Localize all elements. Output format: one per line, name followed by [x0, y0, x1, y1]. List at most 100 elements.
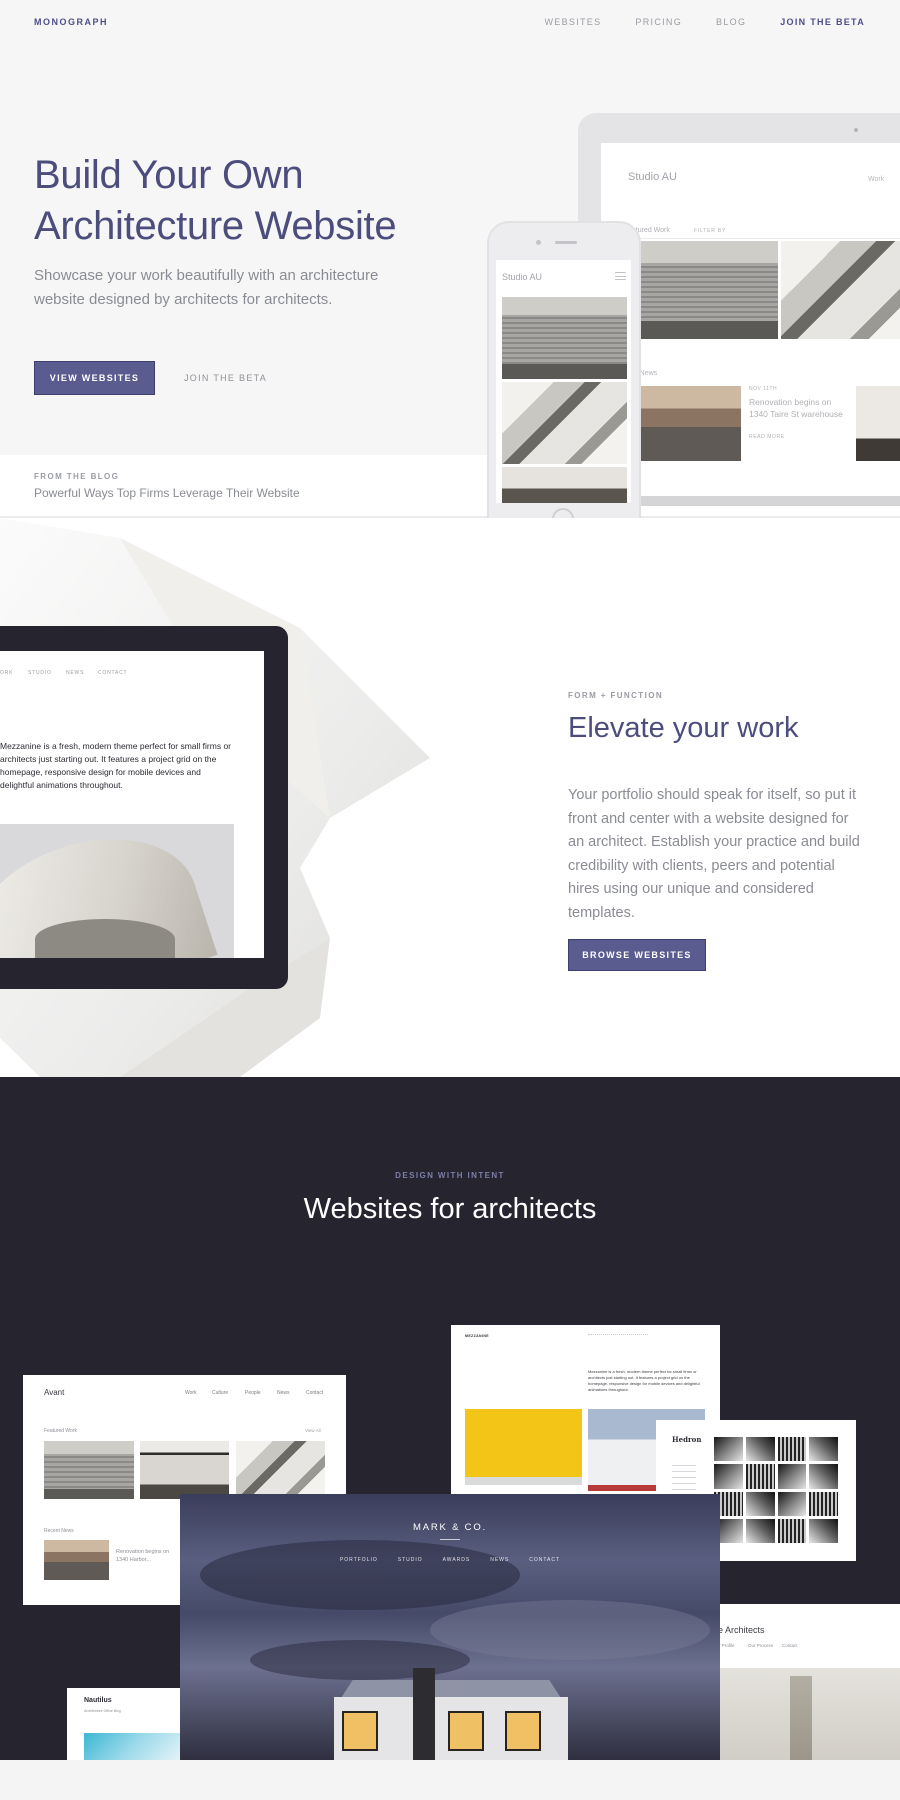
view-websites-button[interactable]: VIEW WEBSITES	[34, 361, 155, 395]
phone-speaker	[555, 241, 577, 244]
hedron-logo: Hedron	[672, 1435, 702, 1444]
websites-title: Websites for architects	[303, 1193, 597, 1225]
top-nav: MONOGRAPH WEBSITES PRICING BLOG JOIN THE…	[0, 0, 900, 44]
markco-nav-news: NEWS	[490, 1557, 510, 1563]
avant-photo-windows	[140, 1441, 229, 1499]
blog-kicker: FROM THE BLOG	[34, 472, 120, 481]
tablet-nav-contact: CONTACT	[98, 670, 128, 676]
markco-nav-portfolio: PORTFOLIO	[339, 1557, 378, 1563]
section-kicker: FORM + FUNCTION	[568, 691, 663, 700]
mezzanine-photo-yellow	[465, 1409, 582, 1485]
tablet-nav-news: NEWS	[66, 670, 85, 676]
house-window	[505, 1711, 541, 1751]
hedron-thumb	[809, 1518, 838, 1543]
markco-nav: PORTFOLIO STUDIO AWARDS NEWS CONTACT	[180, 1557, 720, 1563]
browse-websites-button[interactable]: BROWSE WEBSITES	[568, 939, 706, 971]
logo[interactable]: MONOGRAPH	[34, 17, 108, 27]
hedron-thumb	[714, 1437, 743, 1462]
nav-link-websites[interactable]: WEBSITES	[545, 17, 602, 27]
hedron-thumb	[714, 1464, 743, 1489]
hero-title: Build Your Own Architecture Website	[34, 153, 397, 248]
laptop-read-more: READ MORE	[749, 434, 785, 440]
avant-news-title: Renovation begins on 1340 Harbor...	[116, 1549, 170, 1563]
cloud	[430, 1600, 710, 1660]
hedron-nav	[672, 1465, 696, 1495]
laptop-photo-stairs	[781, 241, 900, 339]
house-window	[448, 1711, 484, 1751]
tablet-nav-work: ORK	[0, 670, 14, 676]
hamburger-menu-icon	[615, 272, 626, 280]
nav-link-pricing[interactable]: PRICING	[635, 17, 682, 27]
page: MONOGRAPH WEBSITES PRICING BLOG JOIN THE…	[0, 0, 900, 1800]
section-title: Elevate your work	[568, 712, 799, 744]
markco-nav-studio: STUDIO	[397, 1557, 423, 1563]
laptop-site-brand: Studio AU	[628, 171, 677, 183]
laptop-news-title: Renovation begins on 1340 Taire St wareh…	[749, 397, 843, 419]
divider	[628, 238, 900, 239]
cloud	[250, 1640, 470, 1680]
tablet-nav-studio: STUDIO	[28, 670, 52, 676]
avant-news-label: Recent News	[44, 1528, 74, 1534]
footer-strip	[0, 1760, 900, 1800]
laptop-site-nav: Work	[868, 176, 885, 183]
hedron-photo-grid	[714, 1437, 838, 1543]
house-chimney	[413, 1668, 435, 1760]
tablet-photo	[0, 824, 234, 958]
markco-nav-contact: CONTACT	[529, 1557, 561, 1563]
mezzanine-logo: MEZZANINE	[465, 1334, 490, 1338]
architects-title: he Architects	[713, 1625, 765, 1635]
hedron-thumb	[745, 1491, 775, 1516]
avant-photo-stairs	[236, 1441, 325, 1499]
avant-nav-work: Work	[185, 1390, 197, 1396]
laptop-camera	[854, 128, 858, 132]
phone-site-brand: Studio AU	[502, 272, 543, 282]
hedron-thumb	[809, 1464, 838, 1489]
markco-nav-awards: AWARDS	[442, 1557, 471, 1563]
hedron-thumb	[809, 1491, 838, 1516]
hero-subtitle: Showcase your work beautifully with an a…	[34, 267, 379, 308]
cloud	[200, 1540, 520, 1610]
laptop-news-date: NOV 11TH	[749, 386, 778, 392]
blog-post-link[interactable]: Powerful Ways Top Firms Leverage Their W…	[34, 486, 300, 500]
avant-nav-contact: Contact	[306, 1390, 324, 1396]
hedron-thumb	[809, 1437, 838, 1462]
markco-brand: MARK & CO.	[413, 1522, 487, 1533]
join-beta-link[interactable]: JOIN THE BETA	[184, 373, 267, 383]
nav-link-blog[interactable]: BLOG	[716, 17, 746, 27]
nav-link-join-beta[interactable]: JOIN THE BETA	[780, 17, 865, 27]
hedron-thumb	[777, 1437, 807, 1462]
architects-photo-tower	[720, 1668, 900, 1760]
hedron-thumb	[777, 1464, 807, 1489]
hedron-thumb	[777, 1518, 807, 1543]
markco-rule	[440, 1539, 460, 1540]
avant-photo-street	[44, 1540, 109, 1580]
laptop-filter-label: FILTER BY	[694, 228, 727, 234]
avant-view-all: View All	[305, 1428, 321, 1433]
phone-photo-shutter	[502, 297, 627, 379]
avant-featured-label: Featured Work	[44, 1428, 77, 1434]
laptop-photo-lamp	[856, 386, 900, 461]
phone-camera	[536, 240, 541, 245]
laptop-photo-shutter	[641, 241, 778, 339]
tablet-description: Mezzanine is a fresh, modern theme perfe…	[0, 741, 231, 790]
avant-nav-people: People	[245, 1390, 261, 1396]
laptop-photo-street	[641, 386, 741, 461]
avant-nav-culture: Culture	[212, 1390, 229, 1396]
avant-photo-shutter	[44, 1441, 134, 1499]
hedron-thumb	[745, 1518, 775, 1543]
mezzanine-nav	[588, 1334, 648, 1336]
avant-nav-news: News	[277, 1390, 290, 1396]
avant-brand: Avant	[44, 1388, 65, 1397]
nautilus-nav: Architecture Office Blog	[84, 1709, 121, 1713]
hedron-thumb	[777, 1491, 807, 1516]
architects-nav-process: Our Process	[748, 1643, 774, 1648]
phone-photo-stairs	[502, 382, 627, 464]
architects-nav-contact: Contact	[782, 1643, 798, 1648]
section-body: Your portfolio should speak for itself, …	[568, 787, 860, 921]
nautilus-photo	[84, 1733, 180, 1760]
nautilus-title: Nautilus	[84, 1697, 112, 1704]
house-window	[342, 1711, 378, 1751]
hedron-thumb	[745, 1464, 775, 1489]
phone-photo-crowd	[502, 467, 627, 503]
house-roof	[341, 1680, 561, 1698]
